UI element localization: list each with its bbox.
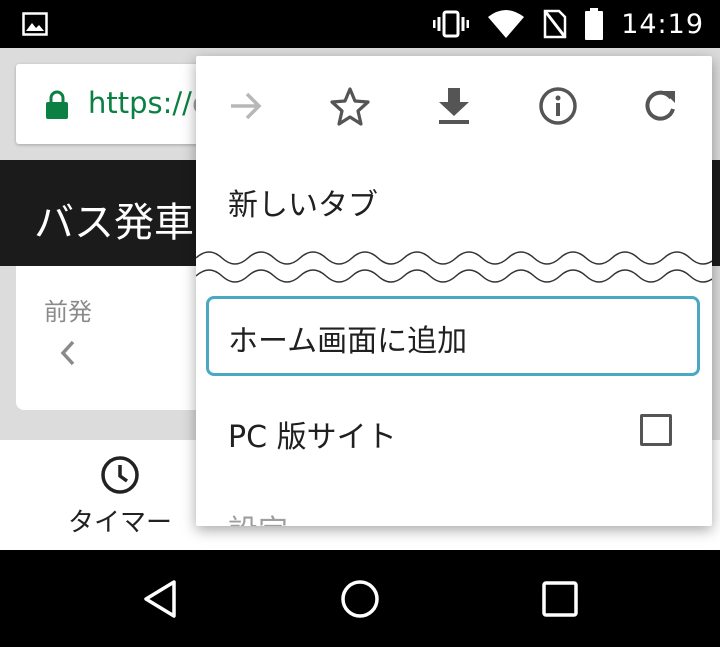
no-sim-icon — [543, 9, 567, 39]
vibrate-icon — [433, 10, 470, 38]
back-icon[interactable] — [138, 576, 184, 622]
forward-button[interactable] — [218, 78, 274, 134]
status-time: 14:19 — [621, 8, 704, 40]
status-icons: 14:19 — [433, 0, 704, 48]
menu-item-add-to-home-screen[interactable]: ホーム画面に追加 — [228, 316, 467, 360]
info-icon — [539, 87, 577, 125]
url-scheme: https:// — [88, 86, 192, 120]
previous-label: 前発 — [44, 298, 92, 326]
desktop-site-checkbox[interactable] — [640, 414, 672, 446]
recents-icon[interactable] — [537, 576, 583, 622]
page-title: バス発車 — [34, 200, 194, 246]
omitted-items-break — [196, 251, 712, 283]
reload-button[interactable] — [632, 78, 688, 134]
wifi-icon — [488, 10, 525, 38]
download-icon — [439, 88, 469, 124]
tab-timer[interactable]: タイマー — [60, 454, 180, 539]
status-bar: 14:19 — [0, 0, 720, 48]
battery-icon — [585, 8, 604, 40]
clock-icon — [101, 456, 139, 494]
bookmark-button[interactable] — [322, 78, 378, 134]
menu-item-settings[interactable]: 設定 — [228, 506, 288, 526]
home-icon[interactable] — [337, 576, 383, 622]
overflow-menu: 新しいタブ ホーム画面に追加 PC 版サイト 設定 — [196, 56, 712, 526]
navigation-bar — [0, 550, 720, 647]
chevron-left-icon[interactable] — [58, 338, 78, 368]
forward-icon — [231, 92, 262, 120]
download-button[interactable] — [426, 78, 482, 134]
menu-action-row — [196, 56, 712, 156]
lock-icon — [46, 90, 68, 119]
menu-item-desktop-site[interactable]: PC 版サイト — [228, 412, 397, 456]
tab-timer-label: タイマー — [67, 508, 172, 538]
page-info-button[interactable] — [530, 78, 586, 134]
reload-icon — [645, 90, 675, 121]
bookmark-star-icon — [330, 87, 370, 126]
menu-item-new-tab[interactable]: 新しいタブ — [228, 180, 378, 224]
url-text[interactable]: https://c — [88, 86, 208, 120]
gallery-icon — [22, 12, 48, 36]
